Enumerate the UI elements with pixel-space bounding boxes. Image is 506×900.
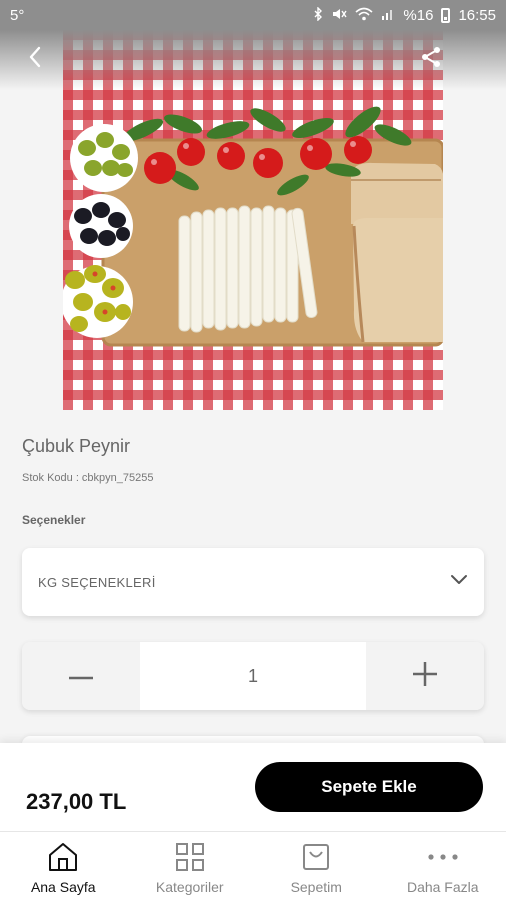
product-hero — [0, 30, 506, 410]
options-dropdown[interactable]: KG SEÇENEKLERİ — [22, 548, 484, 616]
nav-item-more[interactable]: Daha Fazla — [380, 832, 506, 900]
nav-item-home[interactable]: Ana Sayfa — [0, 832, 127, 900]
status-indicators: %16 16:55 — [313, 5, 496, 24]
temperature: 5° — [10, 6, 25, 24]
chevron-down-icon — [450, 573, 468, 591]
more-icon — [426, 840, 460, 874]
wifi-icon — [355, 7, 373, 24]
nav-label-home: Ana Sayfa — [30, 879, 96, 895]
chevron-left-icon — [28, 46, 42, 73]
options-selected-value: KG SEÇENEKLERİ — [38, 574, 156, 590]
options-label: Seçenekler — [22, 513, 86, 527]
minus-icon — [69, 667, 93, 685]
mute-icon — [331, 7, 348, 24]
cart-icon — [299, 840, 333, 874]
share-icon — [420, 46, 442, 73]
back-button[interactable] — [18, 42, 52, 76]
nav-label-cart: Sepetim — [290, 879, 342, 895]
quantity-stepper: 1 — [22, 642, 484, 710]
product-title: Çubuk Peynir — [22, 436, 131, 456]
quantity-value[interactable]: 1 — [140, 642, 366, 710]
bottom-navigation: Ana Sayfa Kategoriler Sepetim Daha Fazla — [0, 831, 506, 900]
battery-percent: %16 — [403, 6, 434, 24]
battery-icon — [441, 7, 451, 23]
status-bar: 5° %16 16:55 — [0, 0, 506, 30]
purchase-bar: 237,00 TL Sepete Ekle — [0, 743, 506, 831]
clock: 16:55 — [458, 6, 496, 24]
signal-icon — [381, 7, 395, 24]
grid-icon — [173, 840, 207, 874]
stock-code: Stok Kodu : cbkpyn_75255 — [22, 472, 154, 484]
product-price: 237,00 TL — [26, 789, 127, 814]
decrease-quantity-button[interactable] — [22, 642, 140, 710]
share-button[interactable] — [414, 42, 448, 76]
nav-label-more: Daha Fazla — [406, 879, 479, 895]
add-to-cart-button[interactable]: Sepete Ekle — [255, 762, 483, 812]
bluetooth-icon — [313, 5, 323, 24]
nav-item-cart[interactable]: Sepetim — [253, 832, 380, 900]
nav-label-categories: Kategoriler — [155, 879, 224, 895]
plus-icon — [413, 661, 437, 691]
nav-item-categories[interactable]: Kategoriler — [127, 832, 254, 900]
home-icon — [46, 840, 80, 874]
increase-quantity-button[interactable] — [366, 642, 484, 710]
